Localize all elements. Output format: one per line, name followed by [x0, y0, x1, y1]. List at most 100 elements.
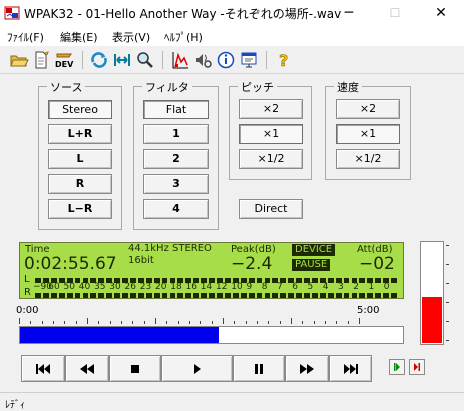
level-segment: [98, 293, 105, 298]
source-lr-sum-button[interactable]: L+R: [48, 124, 112, 144]
volume-meter[interactable]: [420, 241, 444, 345]
db-scale-label: 20: [155, 282, 167, 292]
menu-file[interactable]: ﾌｧｲﾙ(F): [7, 29, 44, 45]
db-scale-label: 23: [139, 282, 152, 292]
title-bar[interactable]: WPAK32 - 01-Hello Another Way -それぞれの場所-.…: [0, 0, 464, 26]
timeline-tick: [359, 318, 360, 324]
close-button[interactable]: ✕: [418, 0, 464, 26]
seek-bar-fill: [20, 327, 219, 343]
speaker-settings-icon[interactable]: [193, 50, 213, 70]
play-icon: [194, 363, 201, 374]
meter-tick: [446, 245, 449, 246]
source-l-button[interactable]: L: [48, 149, 112, 169]
source-lr-diff-button[interactable]: L−R: [48, 199, 112, 219]
format-info: 44.1kHz STEREO: [128, 243, 212, 254]
rewind-icon: [80, 363, 94, 374]
info-icon[interactable]: [216, 50, 236, 70]
level-segment: [264, 293, 271, 298]
direct-button[interactable]: Direct: [239, 199, 303, 219]
level-segment: [248, 293, 255, 298]
skip-to-start-button[interactable]: [21, 355, 65, 382]
play-button[interactable]: [161, 355, 233, 382]
level-segment: [367, 293, 374, 298]
level-segment: [66, 293, 73, 298]
level-segment: [312, 293, 318, 298]
speed-half-button[interactable]: ×1/2: [336, 149, 400, 169]
open-folder-icon[interactable]: [9, 50, 29, 70]
app-icon[interactable]: [4, 5, 20, 21]
timeline-tick: [234, 321, 236, 324]
source-r-button[interactable]: R: [48, 174, 112, 194]
db-scale-label: 26: [124, 282, 136, 292]
spectrum-icon[interactable]: [170, 50, 190, 70]
mark-start-button[interactable]: [389, 359, 405, 375]
timeline-tick: [268, 321, 270, 324]
toolbar: DEV ?: [0, 46, 464, 74]
mark-end-button[interactable]: [409, 359, 425, 375]
pitch-x1-button[interactable]: ×1: [239, 124, 303, 144]
pause-indicator: PAUSE: [292, 259, 331, 271]
pitch-x2-button[interactable]: ×2: [239, 99, 303, 119]
new-document-icon[interactable]: [31, 50, 51, 70]
db-scale-label: 14: [200, 282, 213, 292]
speed-x2-button[interactable]: ×2: [336, 99, 400, 119]
status-bar: ﾚﾃﾞｨ: [0, 392, 464, 411]
level-segment: [169, 293, 176, 298]
filter-3-button[interactable]: 3: [143, 174, 209, 194]
stop-button[interactable]: [109, 355, 161, 382]
db-scale-label: 16: [185, 282, 197, 292]
level-segment: [137, 293, 144, 298]
pitch-half-button[interactable]: ×1/2: [239, 149, 303, 169]
rewind-button[interactable]: [65, 355, 109, 382]
dev-icon[interactable]: DEV: [53, 50, 77, 70]
time-display: 0:02:55.67: [24, 254, 117, 274]
level-segment: [343, 293, 350, 298]
fit-width-icon[interactable]: [112, 50, 132, 70]
filter-group-title: フィルタ: [142, 79, 192, 95]
repeat-icon[interactable]: [89, 50, 109, 70]
level-segment: [177, 293, 184, 298]
help-icon[interactable]: ?: [274, 50, 294, 71]
level-segment: [375, 293, 382, 298]
menu-help[interactable]: ﾍﾙﾌﾟ(H): [164, 29, 203, 45]
level-segment: [272, 293, 279, 298]
filter-2-button[interactable]: 2: [143, 149, 209, 169]
db-scale-label: 40: [78, 282, 91, 292]
menu-view[interactable]: 表示(V): [112, 29, 150, 45]
timeline-tick: [53, 321, 54, 324]
timeline-tick: [132, 321, 134, 324]
timeline-tick: [245, 321, 247, 324]
filter-4-button[interactable]: 4: [143, 199, 209, 219]
timeline-tick: [189, 321, 190, 324]
window-title: WPAK32 - 01-Hello Another Way -それぞれの場所-.…: [24, 7, 342, 21]
timeline-tick: [347, 321, 349, 324]
level-segment: [217, 293, 223, 298]
source-stereo-button[interactable]: Stereo: [48, 100, 112, 119]
filter-1-button[interactable]: 1: [143, 124, 209, 144]
seek-bar[interactable]: [19, 326, 404, 344]
mark-start-icon: [394, 363, 400, 371]
timeline-end-label: 5:00: [357, 305, 380, 316]
channel-r-label: R: [24, 287, 31, 298]
db-scale-label: 10: [231, 282, 243, 292]
toolbar-separator: [162, 51, 163, 69]
fast-forward-button[interactable]: [285, 355, 329, 382]
window-icon[interactable]: [239, 50, 259, 70]
skip-to-end-button[interactable]: [329, 355, 372, 382]
menu-edit[interactable]: 編集(E): [60, 29, 98, 45]
filter-flat-button[interactable]: Flat: [143, 100, 209, 119]
timeline-tick: [223, 318, 224, 324]
bit-depth: 16bit: [128, 255, 154, 266]
db-scale-label: 60: [48, 282, 60, 292]
timeline-tick: [166, 321, 168, 324]
level-segment: [256, 293, 263, 298]
speed-x1-button[interactable]: ×1: [336, 124, 400, 144]
svg-text:DEV: DEV: [55, 60, 74, 69]
db-scale-label: 3: [338, 282, 344, 292]
maximize-button[interactable]: ☐: [372, 0, 418, 26]
fast-forward-icon: [300, 363, 314, 374]
timeline-tick: [143, 321, 145, 324]
minimize-button[interactable]: ─: [326, 0, 372, 26]
zoom-icon[interactable]: [135, 50, 155, 70]
pause-button[interactable]: [233, 355, 285, 382]
